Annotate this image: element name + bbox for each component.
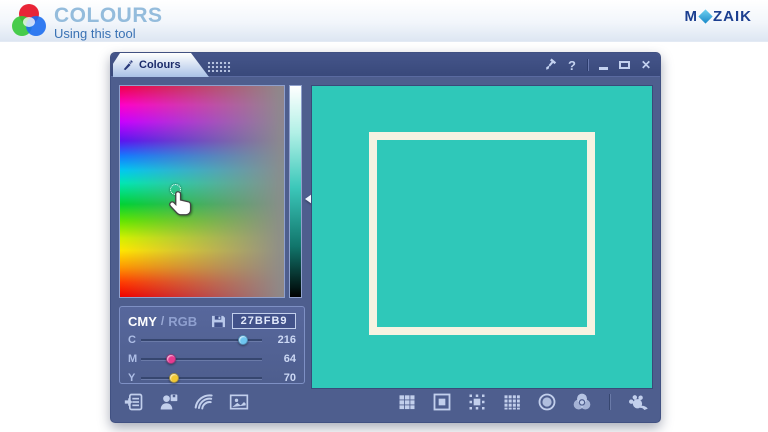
help-button[interactable]: ? bbox=[568, 58, 576, 73]
tab-drag-handle[interactable] bbox=[207, 61, 231, 72]
value-slider[interactable] bbox=[289, 85, 302, 298]
page-subtitle: Using this tool bbox=[54, 26, 163, 41]
mozaik-logo: M ZAIK bbox=[685, 8, 753, 25]
wand-icon bbox=[122, 59, 134, 71]
titlebar-separator bbox=[587, 59, 588, 71]
brand-diamond-icon bbox=[698, 9, 712, 23]
page-header: COLOURS Using this tool M ZAIK bbox=[0, 0, 768, 42]
magenta-slider[interactable] bbox=[141, 354, 262, 363]
close-button[interactable]: ✕ bbox=[641, 58, 651, 72]
paint-canvas[interactable] bbox=[311, 85, 653, 389]
magenta-slider-row: M 64 bbox=[128, 349, 296, 368]
screen: COLOURS Using this tool M ZAIK Colours bbox=[0, 0, 768, 432]
toolbar-separator bbox=[609, 394, 610, 410]
color-values-panel: CMY / RGB 27BFB9 C 216 M bbox=[119, 306, 305, 384]
exercise-icon[interactable] bbox=[123, 391, 145, 413]
tab-colours[interactable]: Colours bbox=[113, 53, 209, 77]
mode-cmy[interactable]: CMY bbox=[128, 314, 157, 329]
frame-icon[interactable] bbox=[431, 391, 453, 413]
mode-separator: / bbox=[161, 314, 164, 328]
circle-icon[interactable] bbox=[536, 391, 558, 413]
magenta-value: 64 bbox=[270, 353, 296, 365]
page-title: COLOURS bbox=[54, 4, 163, 28]
mode-rgb[interactable]: RGB bbox=[168, 314, 197, 329]
minimize-button[interactable] bbox=[599, 67, 608, 70]
cyan-slider[interactable] bbox=[141, 335, 262, 344]
hand-cursor-icon bbox=[167, 190, 197, 222]
pin-icon[interactable] bbox=[543, 58, 557, 72]
splat-hand-icon[interactable] bbox=[626, 391, 648, 413]
brand-text-suffix: ZAIK bbox=[713, 8, 752, 25]
waves-icon[interactable] bbox=[193, 391, 215, 413]
brand-text-prefix: M bbox=[685, 8, 699, 25]
yellow-value: 70 bbox=[270, 372, 296, 384]
yellow-slider-label: Y bbox=[128, 372, 141, 384]
colours-tool-window: Colours ? ✕ bbox=[110, 52, 661, 423]
image-icon[interactable] bbox=[228, 391, 250, 413]
color-gradient-field[interactable] bbox=[119, 85, 285, 298]
hex-value: 27BFB9 bbox=[241, 315, 288, 327]
magenta-slider-thumb[interactable] bbox=[166, 354, 176, 364]
magenta-slider-label: M bbox=[128, 353, 141, 365]
grid-icon[interactable] bbox=[396, 391, 418, 413]
cyan-slider-row: C 216 bbox=[128, 330, 296, 349]
cyan-slider-label: C bbox=[128, 334, 141, 346]
yellow-slider-thumb[interactable] bbox=[169, 373, 179, 383]
rgb-circles-logo bbox=[10, 3, 48, 39]
drawn-rectangle[interactable] bbox=[369, 132, 595, 335]
save-user-icon[interactable] bbox=[158, 391, 180, 413]
dotted-frame-icon[interactable] bbox=[466, 391, 488, 413]
color-circles-icon[interactable] bbox=[571, 391, 593, 413]
hex-value-box[interactable]: 27BFB9 bbox=[232, 313, 296, 329]
yellow-slider[interactable] bbox=[141, 373, 262, 382]
cyan-slider-thumb[interactable] bbox=[238, 335, 248, 345]
bottom-toolbar bbox=[111, 386, 660, 418]
titlebar[interactable]: Colours ? ✕ bbox=[111, 53, 660, 77]
maximize-button[interactable] bbox=[619, 61, 630, 69]
save-color-icon[interactable] bbox=[211, 315, 226, 328]
dense-grid-icon[interactable] bbox=[501, 391, 523, 413]
cyan-value: 216 bbox=[270, 334, 296, 346]
yellow-slider-row: Y 70 bbox=[128, 368, 296, 387]
tab-label: Colours bbox=[139, 59, 181, 71]
